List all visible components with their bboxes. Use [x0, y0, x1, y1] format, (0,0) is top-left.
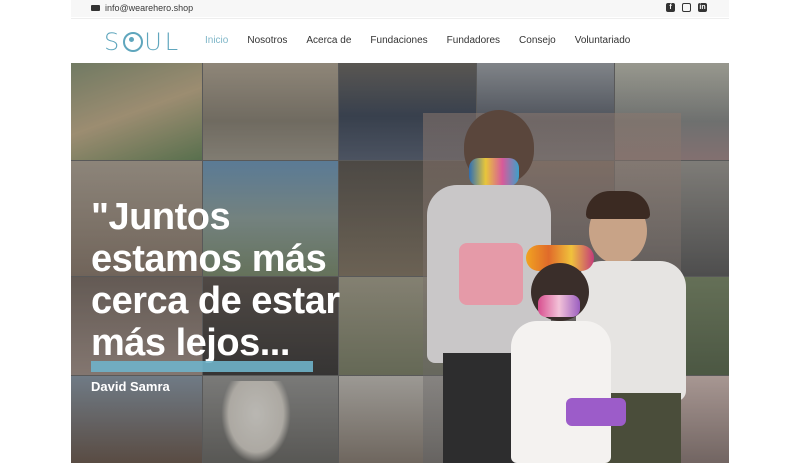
man-hair	[586, 191, 650, 219]
nav-item-fundadores[interactable]: Fundadores	[447, 35, 500, 46]
nav-item-voluntariado[interactable]: Voluntariado	[575, 35, 631, 46]
instagram-icon[interactable]	[682, 3, 691, 12]
soul-logo[interactable]: S UL	[104, 28, 181, 56]
boy-shirt-print	[459, 243, 523, 305]
hero-collage: "Juntos estamos más cerca de estar más l…	[71, 63, 729, 463]
girl-mask	[538, 295, 580, 317]
girl-bag	[566, 398, 626, 426]
contact-email[interactable]: info@wearehero.shop	[91, 3, 193, 13]
nav-item-consejo[interactable]: Consejo	[519, 35, 556, 46]
quote-line: estamos más	[91, 238, 327, 280]
boy-mask	[469, 158, 519, 186]
facebook-icon[interactable]: f	[666, 3, 675, 12]
quote-underline	[91, 361, 313, 372]
nav-item-nosotros[interactable]: Nosotros	[247, 35, 287, 46]
main-nav: Inicio Nosotros Acerca de Fundaciones Fu…	[205, 35, 649, 46]
linkedin-icon[interactable]: in	[698, 3, 707, 12]
nav-item-acerca-de[interactable]: Acerca de	[306, 35, 351, 46]
quote-line: "Juntos	[91, 196, 231, 238]
nav-item-inicio[interactable]: Inicio	[205, 35, 228, 46]
quote-line: más lejos...	[91, 322, 290, 364]
envelope-icon	[91, 5, 100, 11]
top-bar: info@wearehero.shop f in	[71, 0, 729, 17]
quote-author: David Samra	[91, 379, 170, 394]
hero-quote: "Juntos estamos más cerca de estar más l…	[91, 196, 340, 364]
social-links: f in	[666, 3, 707, 12]
nav-item-fundaciones[interactable]: Fundaciones	[370, 35, 427, 46]
page: info@wearehero.shop f in S UL Inicio Noso…	[71, 0, 729, 463]
site-header: S UL Inicio Nosotros Acerca de Fundacione…	[71, 18, 729, 63]
girl-dress	[511, 321, 611, 463]
quote-line: cerca de estar	[91, 280, 340, 322]
email-text[interactable]: info@wearehero.shop	[105, 3, 193, 13]
